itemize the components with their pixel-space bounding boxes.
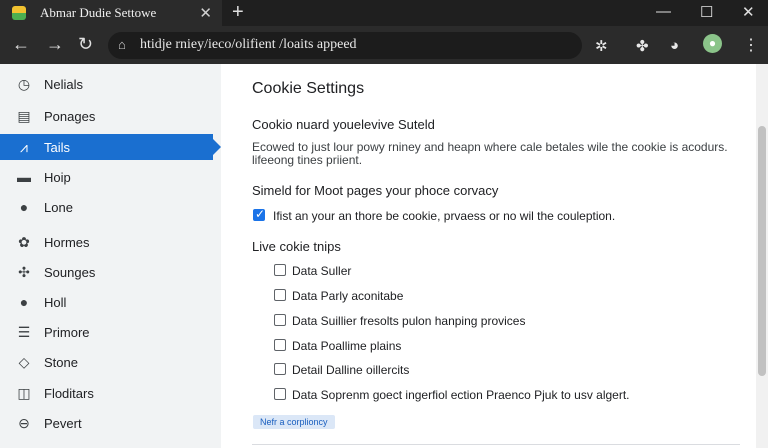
- sidebar-item-label: Tails: [44, 139, 71, 155]
- option-label-4: Data Poallime plains: [292, 339, 402, 353]
- sidebar-item-label: Pevert: [44, 415, 82, 431]
- page-title: Cookie Settings: [252, 80, 365, 97]
- tab-title: Abmar Dudie Settowe: [40, 5, 157, 20]
- sidebar-item-label: Ponages: [44, 108, 96, 124]
- sidebar-item-ponages[interactable]: ▤ Ponages: [0, 103, 221, 129]
- list-icon: ☰: [17, 323, 31, 340]
- settings-gear-icon: ✣: [18, 263, 30, 280]
- puzzle-icon: ✿: [18, 233, 30, 250]
- tab-close-icon[interactable]: ✕: [199, 4, 212, 22]
- sidebar-item-label: Nelials: [44, 76, 84, 92]
- window-icon: ▬: [17, 169, 31, 185]
- chart-icon: ⩘: [20, 138, 28, 155]
- person-icon: ●: [19, 294, 29, 310]
- sidebar-item-label: Floditars: [44, 385, 94, 401]
- sidebar-item-stone[interactable]: ◇ Stone: [0, 349, 221, 375]
- sidebar-item-label: Primore: [44, 324, 90, 340]
- option-label-1: Data Suller: [292, 264, 352, 278]
- sidebar-item-label: Hormes: [44, 234, 90, 250]
- section-heading-3: Live cokie tnips: [252, 239, 341, 254]
- option-checkbox-5[interactable]: [274, 363, 286, 375]
- folder-icon: ◫: [17, 384, 31, 401]
- option-checkbox-4[interactable]: [274, 339, 286, 351]
- title-bar: Abmar Dudie Settowe ✕ + — ☐ ✕: [0, 0, 768, 26]
- scrollbar-thumb[interactable]: [758, 126, 766, 376]
- sidebar-item-nelials[interactable]: ◷ Nelials: [0, 71, 221, 97]
- location-pin-icon: ●: [19, 199, 29, 215]
- sidebar-item-hoip[interactable]: ▬ Hoip: [0, 164, 221, 190]
- sidebar-item-label: Stone: [44, 354, 78, 370]
- scrollbar[interactable]: [756, 64, 768, 448]
- option-label-2: Data Parly aconitabe: [292, 289, 404, 303]
- back-icon[interactable]: ←: [12, 34, 30, 55]
- extension-icon-1[interactable]: ✲: [595, 37, 608, 55]
- sidebar-item-holl[interactable]: ● Holl: [0, 289, 221, 315]
- sidebar-item-hormes[interactable]: ✿ Hormes: [0, 229, 221, 255]
- section-description: Ecowed to just lour powy rniney and heap…: [252, 140, 728, 167]
- section-heading-1: Cookio nuard youelevive Suteld: [252, 117, 435, 132]
- sidebar-item-sounges[interactable]: ✣ Sounges: [0, 259, 221, 285]
- main-cookie-checkbox-label: Ifist an your an thore be cookie, prvaes…: [273, 209, 616, 223]
- sidebar-item-label: Hoip: [44, 169, 71, 185]
- minimize-icon[interactable]: —: [656, 3, 671, 20]
- reset-icon: ⊖: [18, 414, 30, 431]
- maximize-icon[interactable]: ☐: [700, 3, 713, 21]
- option-checkbox-6[interactable]: [274, 388, 286, 400]
- section-divider: [252, 444, 740, 445]
- option-label-5: Detail Dalline oillercits: [292, 363, 410, 377]
- sidebar-item-lone[interactable]: ● Lone: [0, 194, 221, 220]
- sidebar-item-label: Lone: [44, 199, 73, 215]
- sidebar-item-label: Sounges: [44, 264, 96, 280]
- menu-icon[interactable]: ⋮: [743, 35, 759, 55]
- extension-icon-3[interactable]: ◕: [670, 37, 679, 54]
- sidebar-item-floditars[interactable]: ◫ Floditars: [0, 380, 221, 406]
- settings-sidebar: ◷ Nelials ▤ Ponages ⩘ Tails ▬ Hoip ● Lon…: [0, 64, 221, 448]
- sidebar-item-primore[interactable]: ☰ Primore: [0, 319, 221, 345]
- browser-tab[interactable]: Abmar Dudie Settowe ✕: [0, 0, 222, 26]
- browser-toolbar: ← → ↻ ⌂ htidje rniey/ieco/olifient /loai…: [0, 26, 768, 64]
- tag-icon: ◇: [18, 353, 30, 370]
- document-icon: ▤: [17, 107, 31, 124]
- close-window-icon[interactable]: ✕: [742, 3, 755, 21]
- new-tab-icon[interactable]: +: [232, 1, 244, 24]
- reload-icon[interactable]: ↻: [78, 34, 93, 55]
- profile-avatar-icon[interactable]: ●: [703, 34, 722, 53]
- option-label-3: Data Suillier fresolts pulon hanping pro…: [292, 314, 526, 328]
- sidebar-item-pevert[interactable]: ⊖ Pevert: [0, 410, 221, 436]
- extension-icon-2[interactable]: ✤: [636, 37, 649, 55]
- site-favicon-icon: [12, 6, 26, 20]
- clock-icon: ◷: [17, 75, 31, 92]
- address-bar[interactable]: ⌂ htidje rniey/ieco/olifient /loaits app…: [108, 32, 582, 59]
- option-checkbox-3[interactable]: [274, 314, 286, 326]
- main-cookie-checkbox[interactable]: [253, 207, 265, 221]
- sidebar-item-tails[interactable]: ⩘ Tails: [0, 134, 221, 160]
- sidebar-item-label: Holl: [44, 294, 67, 310]
- option-label-6: Data Soprenm goect ingerfiol ection Prae…: [292, 388, 630, 402]
- section-heading-2: Simeld for Moot pages your phoce corvacy: [252, 183, 499, 198]
- url-text[interactable]: htidje rniey/ieco/olifient /loaits appee…: [140, 37, 357, 53]
- home-icon: ⌂: [118, 37, 126, 52]
- option-checkbox-1[interactable]: [274, 264, 286, 276]
- forward-icon[interactable]: →: [46, 34, 64, 55]
- compliance-button[interactable]: Nefr a corplioncy: [253, 415, 335, 429]
- option-checkbox-2[interactable]: [274, 289, 286, 301]
